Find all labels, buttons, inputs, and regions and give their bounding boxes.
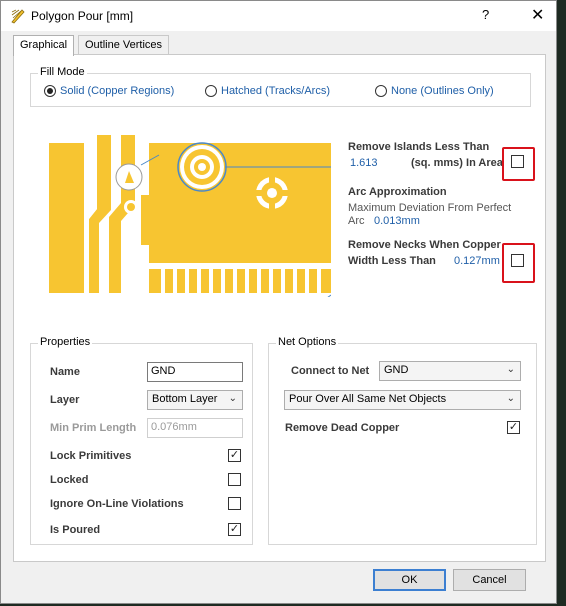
min-prim-length-input[interactable]: 0.076mm: [147, 418, 243, 438]
connect-to-net-label: Connect to Net: [291, 365, 370, 377]
fill-mode-title: Fill Mode: [38, 66, 87, 78]
name-input[interactable]: GND: [147, 362, 243, 382]
radio-selected-icon: [44, 85, 56, 97]
layer-label: Layer: [50, 394, 80, 406]
fill-solid-radio[interactable]: Solid (Copper Regions): [44, 85, 174, 97]
cancel-button[interactable]: Cancel: [453, 569, 526, 591]
highlight-box-necks: [502, 243, 535, 283]
remove-islands-unit: (sq. mms) In Area: [411, 157, 503, 169]
graphical-tab-panel: Fill Mode Solid (Copper Regions) Hatched…: [13, 54, 546, 562]
fill-hatched-label: Hatched (Tracks/Arcs): [221, 85, 331, 97]
pour-over-select[interactable]: Pour Over All Same Net Objects ⌄: [284, 390, 521, 410]
chevron-down-icon: ⌄: [228, 393, 237, 404]
fill-none-radio[interactable]: None (Outlines Only): [375, 85, 494, 97]
help-button[interactable]: ?: [482, 7, 489, 22]
chevron-down-icon: ⌄: [506, 364, 515, 375]
remove-necks-value[interactable]: 0.127mm: [454, 255, 500, 267]
connect-to-net-value: GND: [384, 364, 409, 376]
is-poured-checkbox[interactable]: ✓: [228, 523, 241, 536]
lock-primitives-label: Lock Primitives: [50, 450, 132, 462]
arc-approximation-title: Arc Approximation: [348, 186, 447, 198]
remove-islands-value[interactable]: 1.613: [350, 157, 378, 169]
tab-graphical[interactable]: Graphical: [13, 35, 75, 56]
layer-select-value: Bottom Layer: [152, 393, 218, 405]
highlight-box-islands: [502, 147, 535, 181]
locked-checkbox[interactable]: [228, 473, 241, 486]
fill-none-label: None (Outlines Only): [391, 85, 494, 97]
radio-unselected-icon: [375, 85, 387, 97]
arc-label: Arc: [348, 215, 365, 227]
close-button[interactable]: ✕: [531, 5, 544, 25]
remove-islands-title: Remove Islands Less Than: [348, 141, 490, 153]
fill-solid-label: Solid (Copper Regions): [60, 85, 175, 97]
min-prim-length-label: Min Prim Length: [50, 422, 137, 434]
pour-over-value: Pour Over All Same Net Objects: [289, 393, 447, 405]
tab-outline-vertices[interactable]: Outline Vertices: [78, 35, 170, 55]
polygon-pour-preview-graphic: [49, 135, 331, 297]
is-poured-label: Is Poured: [50, 524, 101, 536]
net-options-group: Net Options Connect to Net GND ⌄ Pour Ov…: [268, 336, 537, 545]
name-label: Name: [50, 366, 80, 378]
properties-title: Properties: [38, 336, 93, 348]
chevron-down-icon: ⌄: [506, 393, 515, 404]
ignore-online-violations-checkbox[interactable]: [228, 497, 241, 510]
lock-primitives-checkbox[interactable]: ✓: [228, 449, 241, 462]
properties-group: Properties Name GND Layer Bottom Layer ⌄…: [30, 336, 253, 545]
remove-dead-copper-checkbox[interactable]: ✓: [507, 421, 520, 434]
fill-hatched-radio[interactable]: Hatched (Tracks/Arcs): [205, 85, 330, 97]
connect-to-net-select[interactable]: GND ⌄: [379, 361, 521, 381]
polygon-pour-icon: [11, 9, 25, 24]
polygon-pour-dialog: Polygon Pour [mm] ? ✕ Graphical Outline …: [0, 0, 557, 604]
locked-label: Locked: [50, 474, 89, 486]
window-title: Polygon Pour [mm]: [31, 9, 134, 23]
arc-approximation-desc: Maximum Deviation From Perfect: [348, 202, 512, 214]
remove-necks-title: Remove Necks When Copper: [348, 239, 501, 251]
layer-select[interactable]: Bottom Layer ⌄: [147, 390, 243, 410]
net-options-title: Net Options: [276, 336, 339, 348]
arc-approximation-value[interactable]: 0.013mm: [374, 215, 420, 227]
ignore-online-violations-label: Ignore On-Line Violations: [50, 498, 184, 510]
radio-unselected-icon: [205, 85, 217, 97]
title-bar[interactable]: Polygon Pour [mm] ? ✕: [1, 1, 556, 31]
remove-necks-width-label: Width Less Than: [348, 255, 436, 267]
remove-dead-copper-label: Remove Dead Copper: [285, 422, 400, 434]
fill-mode-group: Fill Mode Solid (Copper Regions) Hatched…: [30, 66, 531, 107]
ok-button[interactable]: OK: [373, 569, 446, 591]
